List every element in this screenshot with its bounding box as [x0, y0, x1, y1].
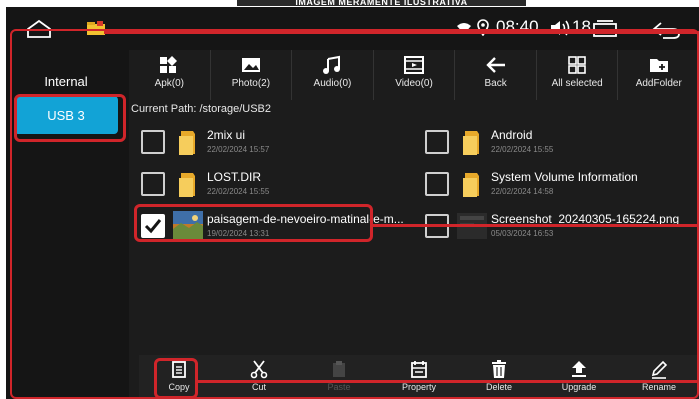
sidebar-item-label: USB 3 — [47, 107, 85, 123]
back-arrow-icon — [485, 57, 505, 73]
list-item[interactable]: 2mix ui 22/02/2024 15:57 — [135, 126, 385, 160]
screenshot-thumbnail — [457, 213, 487, 239]
checkmark-icon — [144, 219, 162, 234]
item-checkbox[interactable] — [141, 172, 165, 196]
folder-icon — [463, 131, 479, 155]
delete-button[interactable]: Delete — [459, 355, 539, 399]
photo-icon — [241, 58, 260, 72]
audio-filter-button[interactable]: Audio(0) — [292, 50, 374, 100]
landscape-thumbnail — [173, 211, 203, 241]
file-name: paisagem-de-nevoeiro-matinal-e-m... — [207, 212, 404, 226]
file-date: 19/02/2024 13:31 — [207, 229, 270, 238]
paste-icon — [333, 361, 345, 377]
action-label: Upgrade — [561, 382, 597, 392]
illustrative-banner: IMAGEM MERAMENTE ILUSTRATIVA — [237, 0, 526, 6]
file-date: 22/02/2024 15:55 — [207, 187, 270, 196]
file-date: 22/02/2024 14:58 — [491, 187, 554, 196]
file-date: 05/03/2024 16:53 — [491, 229, 554, 238]
sidebar-item-label: Internal — [44, 73, 88, 89]
volume-level: 18 — [572, 17, 591, 36]
file-browser: Apk(0) Photo(2) Audio(0) Video(0) Back A… — [129, 50, 699, 399]
video-filter-button[interactable]: Video(0) — [374, 50, 456, 100]
trash-icon — [492, 360, 506, 378]
add-folder-button[interactable]: AddFolder — [618, 50, 699, 100]
folder-icon — [179, 131, 195, 155]
head-unit-screen: 08:40 18 Internal USB 3 Apk(0) Photo(2) … — [6, 7, 699, 399]
file-date: 22/02/2024 15:55 — [491, 145, 554, 154]
toolbar-label: Audio(0) — [313, 78, 352, 89]
toolbar-label: AddFolder — [635, 78, 682, 89]
back-button[interactable]: Back — [455, 50, 537, 100]
photo-filter-button[interactable]: Photo(2) — [211, 50, 293, 100]
apk-filter-button[interactable]: Apk(0) — [129, 50, 211, 100]
filter-toolbar: Apk(0) Photo(2) Audio(0) Video(0) Back A… — [129, 50, 699, 100]
select-all-icon — [568, 56, 586, 74]
banner-text: IMAGEM MERAMENTE ILUSTRATIVA — [295, 0, 468, 6]
paste-button[interactable]: Paste — [299, 355, 379, 399]
action-label: Delete — [485, 382, 512, 392]
wifi-icon — [457, 23, 471, 34]
toolbar-label: Photo(2) — [231, 78, 271, 89]
item-checkbox[interactable] — [425, 130, 449, 154]
current-path: Current Path: /storage/USB2 — [131, 103, 272, 115]
select-all-button[interactable]: All selected — [537, 50, 619, 100]
apk-icon — [160, 56, 178, 73]
item-checkbox[interactable] — [425, 214, 449, 238]
add-folder-icon — [649, 59, 668, 72]
scissors-icon — [250, 360, 268, 379]
file-date: 22/02/2024 15:57 — [207, 145, 270, 154]
toolbar-label: Apk(0) — [154, 78, 185, 89]
recent-apps-icon[interactable] — [592, 20, 618, 38]
file-name: System Volume Information — [491, 170, 638, 184]
folder-icon — [463, 173, 479, 197]
cut-button[interactable]: Cut — [219, 355, 299, 399]
video-icon — [404, 56, 425, 74]
copy-icon — [172, 361, 186, 378]
clock-time: 08:40 — [496, 17, 539, 36]
toolbar-label: Back — [484, 78, 507, 89]
item-checkbox[interactable] — [425, 172, 449, 196]
action-label: Property — [401, 382, 436, 392]
music-icon — [323, 55, 341, 74]
toolbar-label: Video(0) — [395, 78, 433, 89]
list-item[interactable]: LOST.DIR 22/02/2024 15:55 — [135, 168, 385, 202]
list-item[interactable]: System Volume Information 22/02/2024 14:… — [419, 168, 669, 202]
file-manager-icon[interactable] — [86, 20, 106, 36]
property-icon — [411, 361, 427, 378]
action-bar: Copy Cut Paste Property Delete Upgrade R… — [139, 355, 699, 399]
upgrade-button[interactable]: Upgrade — [539, 355, 619, 399]
home-icon[interactable] — [26, 19, 52, 39]
back-icon[interactable] — [651, 20, 681, 40]
property-button[interactable]: Property — [379, 355, 459, 399]
action-label: Copy — [168, 382, 190, 392]
item-checkbox-checked[interactable] — [141, 214, 165, 238]
list-item[interactable]: Android 22/02/2024 15:55 — [419, 126, 669, 160]
sidebar-item-internal[interactable]: Internal — [14, 62, 118, 100]
file-name: LOST.DIR — [207, 170, 262, 184]
list-item-selected[interactable]: paisagem-de-nevoeiro-matinal-e-m... 19/0… — [135, 210, 404, 244]
copy-button[interactable]: Copy — [139, 355, 219, 399]
item-checkbox[interactable] — [141, 130, 165, 154]
action-label: Paste — [327, 382, 351, 392]
storage-sidebar: Internal USB 3 — [6, 50, 129, 399]
location-icon — [477, 19, 489, 36]
action-label: Cut — [251, 382, 266, 392]
action-label: Rename — [641, 382, 677, 392]
volume-icon[interactable] — [549, 19, 571, 37]
folder-icon — [179, 173, 195, 197]
status-bar: 08:40 18 — [6, 7, 699, 50]
sidebar-item-usb[interactable]: USB 3 — [14, 96, 118, 134]
rename-button[interactable]: Rename — [619, 355, 699, 399]
list-item[interactable]: Screenshot_20240305-165224.png 05/03/202… — [419, 210, 679, 244]
file-name: 2mix ui — [207, 128, 246, 142]
toolbar-label: All selected — [551, 78, 603, 89]
rename-icon — [651, 360, 668, 379]
file-name: Android — [491, 128, 533, 142]
upgrade-icon — [572, 361, 586, 377]
file-name: Screenshot_20240305-165224.png — [491, 212, 680, 226]
